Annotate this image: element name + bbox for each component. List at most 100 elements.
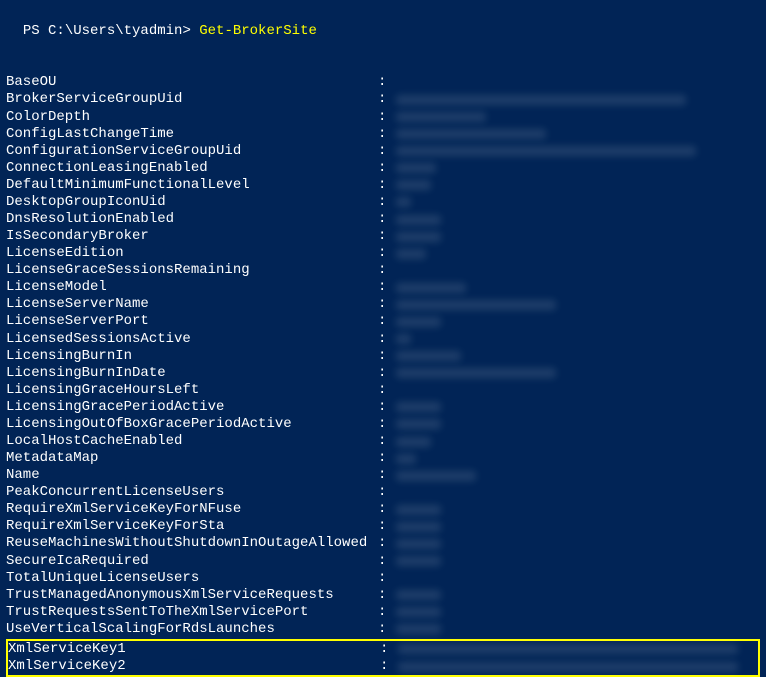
property-row: UseVerticalScalingForRdsLaunches:: [6, 621, 760, 638]
property-name: ConfigLastChangeTime: [6, 126, 378, 143]
property-value: [396, 437, 431, 447]
property-value: [396, 419, 441, 429]
property-row: SecureIcaRequired:: [6, 553, 760, 570]
property-name: Name: [6, 467, 378, 484]
property-row: DefaultMinimumFunctionalLevel:: [6, 177, 760, 194]
property-name: DnsResolutionEnabled: [6, 211, 378, 228]
separator: :: [378, 109, 396, 126]
separator: :: [378, 228, 396, 245]
property-name: ColorDepth: [6, 109, 378, 126]
property-name: TrustManagedAnonymousXmlServiceRequests: [6, 587, 378, 604]
property-row: ReuseMachinesWithoutShutdownInOutageAllo…: [6, 535, 760, 552]
property-row: IsSecondaryBroker:: [6, 228, 760, 245]
separator: :: [378, 535, 396, 552]
property-row: LicensingBurnIn:: [6, 348, 760, 365]
property-name: RequireXmlServiceKeyForNFuse: [6, 501, 378, 518]
prompt-prefix: PS C:\Users\tyadmin>: [23, 23, 199, 39]
property-value: [396, 146, 696, 156]
property-name: LicensingBurnIn: [6, 348, 378, 365]
property-value: [396, 556, 441, 566]
property-name: LicensingGraceHoursLeft: [6, 382, 378, 399]
property-row: ConfigurationServiceGroupUid:: [6, 143, 760, 160]
property-row: BrokerServiceGroupUid:: [6, 91, 760, 108]
separator: :: [378, 126, 396, 143]
separator: :: [378, 399, 396, 416]
property-row: ColorDepth:: [6, 109, 760, 126]
property-value: [396, 215, 441, 225]
property-row: LicensingOutOfBoxGracePeriodActive:: [6, 416, 760, 433]
property-row: XmlServiceKey2:: [8, 658, 758, 675]
property-row: LicensedSessionsActive:: [6, 331, 760, 348]
property-name: RequireXmlServiceKeyForSta: [6, 518, 378, 535]
blank-line: [6, 40, 760, 74]
property-name: SecureIcaRequired: [6, 553, 378, 570]
separator: :: [378, 467, 396, 484]
separator: :: [378, 194, 396, 211]
property-row: LicenseModel:: [6, 279, 760, 296]
property-value: [396, 300, 556, 310]
property-row: LicenseEdition:: [6, 245, 760, 262]
property-name: LicenseModel: [6, 279, 378, 296]
separator: :: [378, 484, 396, 501]
property-value: [396, 232, 441, 242]
property-name: DefaultMinimumFunctionalLevel: [6, 177, 378, 194]
property-value: [398, 662, 738, 672]
separator: :: [380, 641, 398, 658]
property-row: TrustRequestsSentToTheXmlServicePort:: [6, 604, 760, 621]
property-value: [396, 471, 476, 481]
property-name: DesktopGroupIconUid: [6, 194, 378, 211]
property-value: [396, 317, 441, 327]
property-name: LicenseGraceSessionsRemaining: [6, 262, 378, 279]
property-row: MetadataMap:: [6, 450, 760, 467]
property-value: [396, 454, 416, 464]
separator: :: [378, 160, 396, 177]
property-value: [396, 95, 686, 105]
separator: :: [378, 416, 396, 433]
separator: :: [378, 587, 396, 604]
property-name: LicensingBurnInDate: [6, 365, 378, 382]
separator: :: [378, 279, 396, 296]
highlighted-keys-section: XmlServiceKey1:XmlServiceKey2:: [6, 639, 760, 677]
property-name: TotalUniqueLicenseUsers: [6, 570, 378, 587]
property-name: MetadataMap: [6, 450, 378, 467]
property-name: ConfigurationServiceGroupUid: [6, 143, 378, 160]
property-value: [396, 590, 441, 600]
property-row: RequireXmlServiceKeyForSta:: [6, 518, 760, 535]
output-section: BaseOU:BrokerServiceGroupUid:ColorDepth:…: [6, 74, 760, 638]
property-name: ReuseMachinesWithoutShutdownInOutageAllo…: [6, 535, 378, 552]
separator: :: [378, 245, 396, 262]
property-name: LicenseServerName: [6, 296, 378, 313]
property-value: [396, 351, 461, 361]
property-value: [398, 644, 738, 654]
property-row: DnsResolutionEnabled:: [6, 211, 760, 228]
property-row: TotalUniqueLicenseUsers:: [6, 570, 760, 587]
separator: :: [378, 211, 396, 228]
property-row: TrustManagedAnonymousXmlServiceRequests:: [6, 587, 760, 604]
separator: :: [378, 262, 396, 279]
separator: :: [378, 570, 396, 587]
property-value: [396, 197, 411, 207]
property-value: [396, 180, 431, 190]
property-value: [396, 539, 441, 549]
property-name: XmlServiceKey2: [8, 658, 380, 675]
separator: :: [378, 365, 396, 382]
property-row: LicenseGraceSessionsRemaining:: [6, 262, 760, 279]
separator: :: [378, 382, 396, 399]
separator: :: [378, 553, 396, 570]
property-value: [396, 624, 441, 634]
separator: :: [378, 450, 396, 467]
property-value: [396, 607, 441, 617]
property-row: RequireXmlServiceKeyForNFuse:: [6, 501, 760, 518]
separator: :: [378, 296, 396, 313]
property-row: DesktopGroupIconUid:: [6, 194, 760, 211]
prompt-line[interactable]: PS C:\Users\tyadmin> Get-BrokerSite: [6, 4, 760, 40]
property-row: LicensingBurnInDate:: [6, 365, 760, 382]
property-value: [396, 402, 441, 412]
property-name: PeakConcurrentLicenseUsers: [6, 484, 378, 501]
separator: :: [378, 143, 396, 160]
property-value: [396, 283, 466, 293]
property-value: [396, 522, 441, 532]
property-row: PeakConcurrentLicenseUsers:: [6, 484, 760, 501]
separator: :: [378, 433, 396, 450]
property-value: [396, 163, 436, 173]
